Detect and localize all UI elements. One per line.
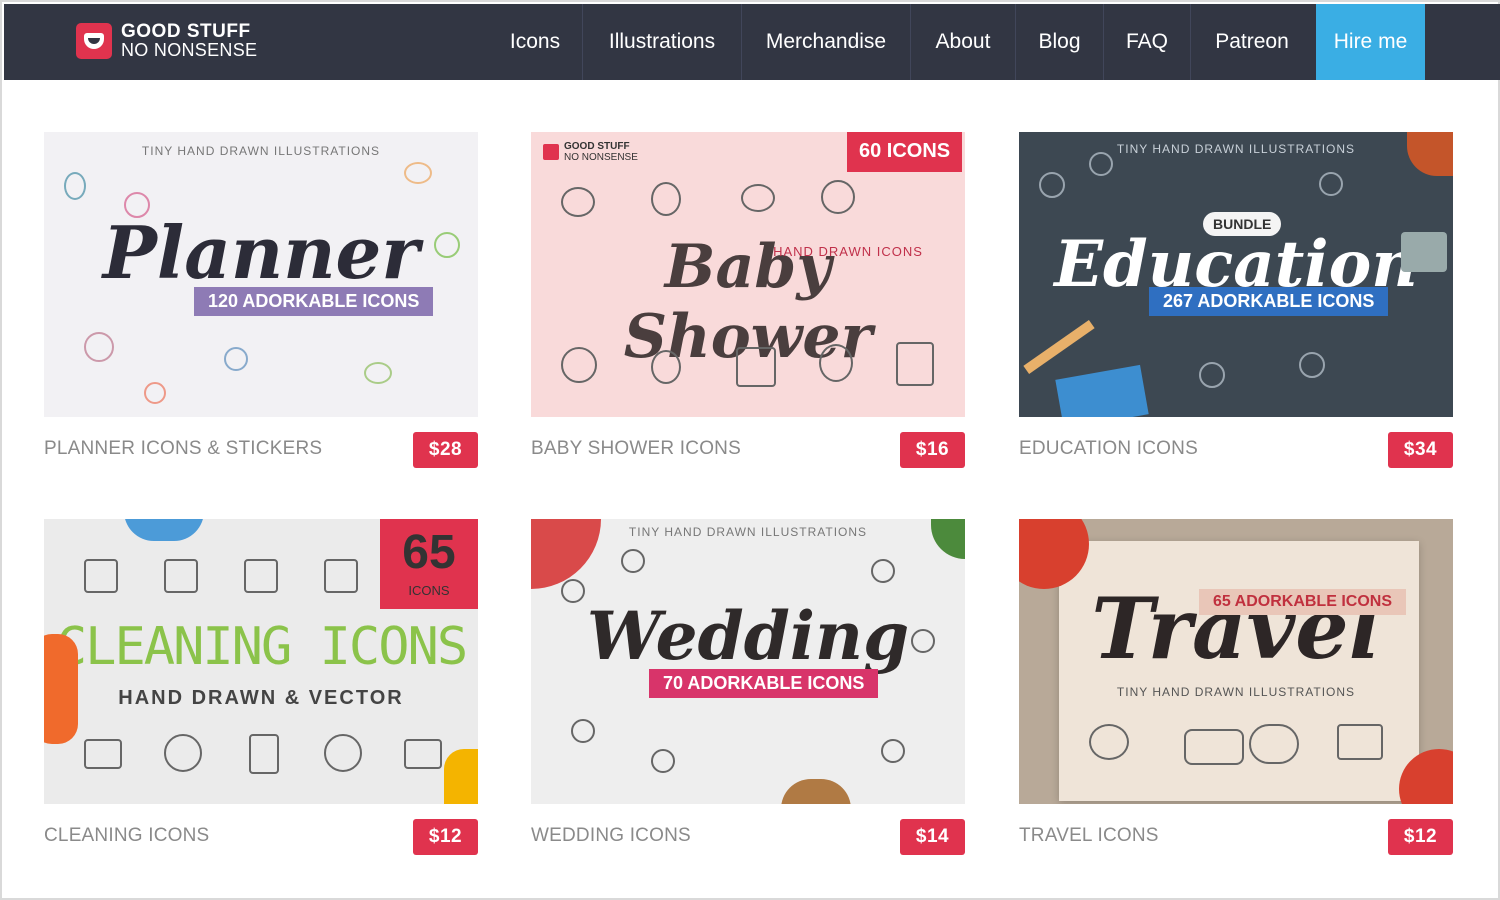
- product-image-planner[interactable]: TINY HAND DRAWN ILLUSTRATIONS Planner 12…: [44, 132, 478, 417]
- product-image-baby-shower[interactable]: GOOD STUFF NO NONSENSE 60 ICONS Baby Sho…: [531, 132, 965, 417]
- brand-line-2: NO NONSENSE: [121, 40, 258, 60]
- product-name[interactable]: TRAVEL ICONS: [1019, 825, 1159, 847]
- product-image-cleaning[interactable]: 65 ICONS CLEANING ICONS HAND DRAWN & VEC…: [44, 519, 478, 804]
- hire-me-button[interactable]: Hire me: [1316, 4, 1425, 80]
- product-name[interactable]: BABY SHOWER ICONS: [531, 438, 741, 460]
- brush-icon: [124, 519, 204, 541]
- nav-item-faq[interactable]: FAQ: [1104, 4, 1191, 80]
- nav-item-patreon[interactable]: Patreon: [1191, 4, 1313, 80]
- brand-line-1: GOOD STUFF: [121, 21, 251, 42]
- nav-item-icons[interactable]: Icons: [488, 4, 583, 80]
- pencil-icon: [1023, 319, 1095, 375]
- product-name[interactable]: PLANNER ICONS & STICKERS: [44, 438, 322, 460]
- brand-mark-icon: [543, 144, 559, 160]
- page-frame: GOOD STUFF NO NONSENSE Icons Illustratio…: [0, 0, 1500, 900]
- logo-mouth-icon: [76, 23, 112, 59]
- price-badge[interactable]: $16: [900, 432, 965, 468]
- apple-icon: [1407, 132, 1453, 176]
- product-image-education[interactable]: TINY HAND DRAWN ILLUSTRATIONS BUNDLE Edu…: [1019, 132, 1453, 417]
- product-image-wedding[interactable]: TINY HAND DRAWN ILLUSTRATIONS Wedding 70…: [531, 519, 965, 804]
- site-logo[interactable]: GOOD STUFF NO NONSENSE: [76, 22, 257, 60]
- top-navbar: GOOD STUFF NO NONSENSE Icons Illustratio…: [4, 4, 1500, 80]
- product-name[interactable]: EDUCATION ICONS: [1019, 438, 1198, 460]
- nav-item-blog[interactable]: Blog: [1016, 4, 1104, 80]
- price-badge[interactable]: $14: [900, 819, 965, 855]
- nav-item-about[interactable]: About: [911, 4, 1016, 80]
- sponge-icon: [444, 749, 478, 804]
- price-badge[interactable]: $12: [413, 819, 478, 855]
- price-badge[interactable]: $34: [1388, 432, 1453, 468]
- main-menu: Icons Illustrations Merchandise About Bl…: [488, 4, 1313, 80]
- twine-icon: [781, 779, 851, 804]
- price-badge[interactable]: $28: [413, 432, 478, 468]
- product-image-travel[interactable]: Travel 65 ADORKABLE ICONS TINY HAND DRAW…: [1019, 519, 1453, 804]
- leaf-icon: [931, 519, 965, 559]
- glove-icon: [44, 634, 78, 744]
- flowers-icon: [531, 519, 601, 589]
- book-icon: [1055, 364, 1149, 417]
- sharpener-icon: [1401, 232, 1447, 272]
- nav-item-merchandise[interactable]: Merchandise: [742, 4, 911, 80]
- price-badge[interactable]: $12: [1388, 819, 1453, 855]
- product-name[interactable]: CLEANING ICONS: [44, 825, 209, 847]
- nav-item-illustrations[interactable]: Illustrations: [583, 4, 742, 80]
- product-name[interactable]: WEDDING ICONS: [531, 825, 691, 847]
